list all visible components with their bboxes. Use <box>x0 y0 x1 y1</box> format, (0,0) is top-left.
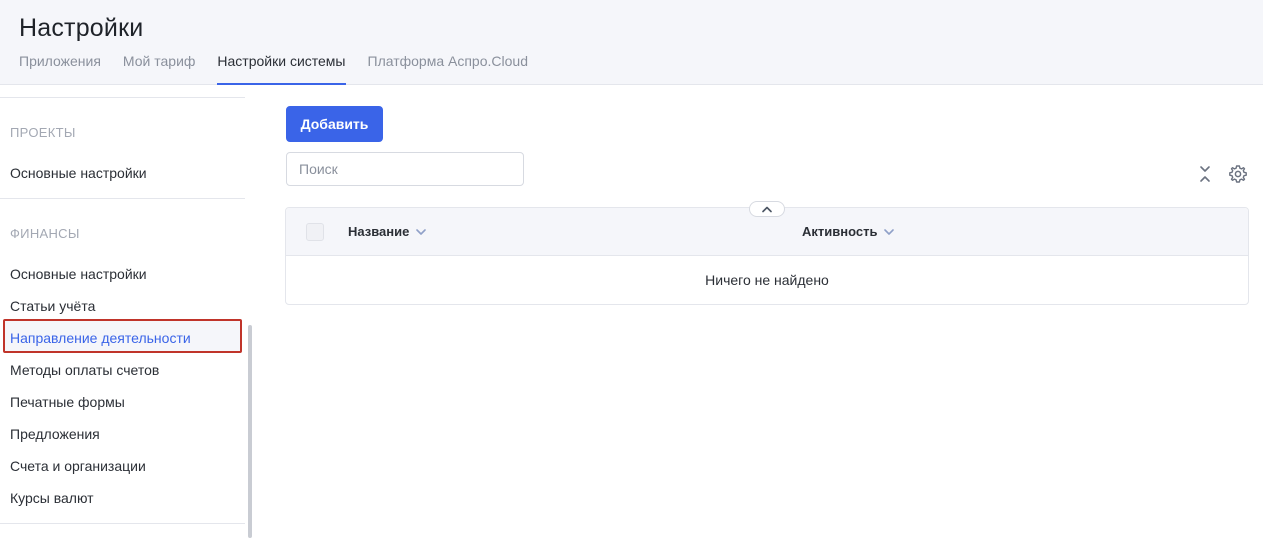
add-button[interactable]: Добавить <box>286 106 383 142</box>
sidebar-item-currency-rates[interactable]: Курсы валют <box>10 490 94 506</box>
empty-state-text: Ничего не найдено <box>705 272 829 288</box>
select-all-checkbox[interactable] <box>306 223 324 241</box>
sidebar-section-finance: ФИНАНСЫ <box>10 226 80 241</box>
settings-tabs: Приложения Мой тариф Настройки системы П… <box>19 53 550 85</box>
sidebar-item-accounts-organizations[interactable]: Счета и организации <box>10 458 146 474</box>
column-header-activity[interactable]: Активность <box>802 224 895 239</box>
sidebar-item-accounting-items[interactable]: Статьи учёта <box>10 298 95 314</box>
column-header-activity-label: Активность <box>802 224 878 239</box>
sidebar-item-finance-main-settings[interactable]: Основные настройки <box>10 266 147 282</box>
sidebar-divider <box>0 523 245 524</box>
column-header-name-label: Название <box>348 224 410 239</box>
settings-sidebar: ПРОЕКТЫ Основные настройки ФИНАНСЫ Основ… <box>0 85 252 538</box>
sidebar-item-projects-main-settings[interactable]: Основные настройки <box>10 165 147 181</box>
search-input[interactable] <box>286 152 524 186</box>
tab-my-plan[interactable]: Мой тариф <box>123 53 195 85</box>
page-title: Настройки <box>19 14 144 42</box>
sidebar-item-activity-direction[interactable]: Направление деятельности <box>10 330 191 346</box>
tab-applications[interactable]: Приложения <box>19 53 101 85</box>
sidebar-scrollbar[interactable] <box>248 325 252 538</box>
chevron-down-icon <box>884 228 895 235</box>
data-table: Название Активность Ничего не найдено <box>285 201 1249 305</box>
column-header-name[interactable]: Название <box>348 224 427 239</box>
expand-collapse-icon[interactable] <box>1197 163 1213 185</box>
gear-icon[interactable] <box>1228 164 1248 184</box>
sidebar-section-projects: ПРОЕКТЫ <box>10 125 76 140</box>
collapse-filters-button[interactable] <box>749 201 785 217</box>
tab-system-settings[interactable]: Настройки системы <box>217 53 346 85</box>
sidebar-item-proposals[interactable]: Предложения <box>10 426 100 442</box>
chevron-up-icon <box>762 206 772 213</box>
page-header: Настройки Приложения Мой тариф Настройки… <box>0 0 1263 85</box>
sidebar-divider <box>0 198 245 199</box>
sidebar-divider <box>0 97 245 98</box>
tab-aspro-cloud-platform[interactable]: Платформа Аспро.Cloud <box>368 53 528 85</box>
sidebar-item-print-forms[interactable]: Печатные формы <box>10 394 125 410</box>
chevron-down-icon <box>416 228 427 235</box>
sidebar-item-payment-methods[interactable]: Методы оплаты счетов <box>10 362 159 378</box>
